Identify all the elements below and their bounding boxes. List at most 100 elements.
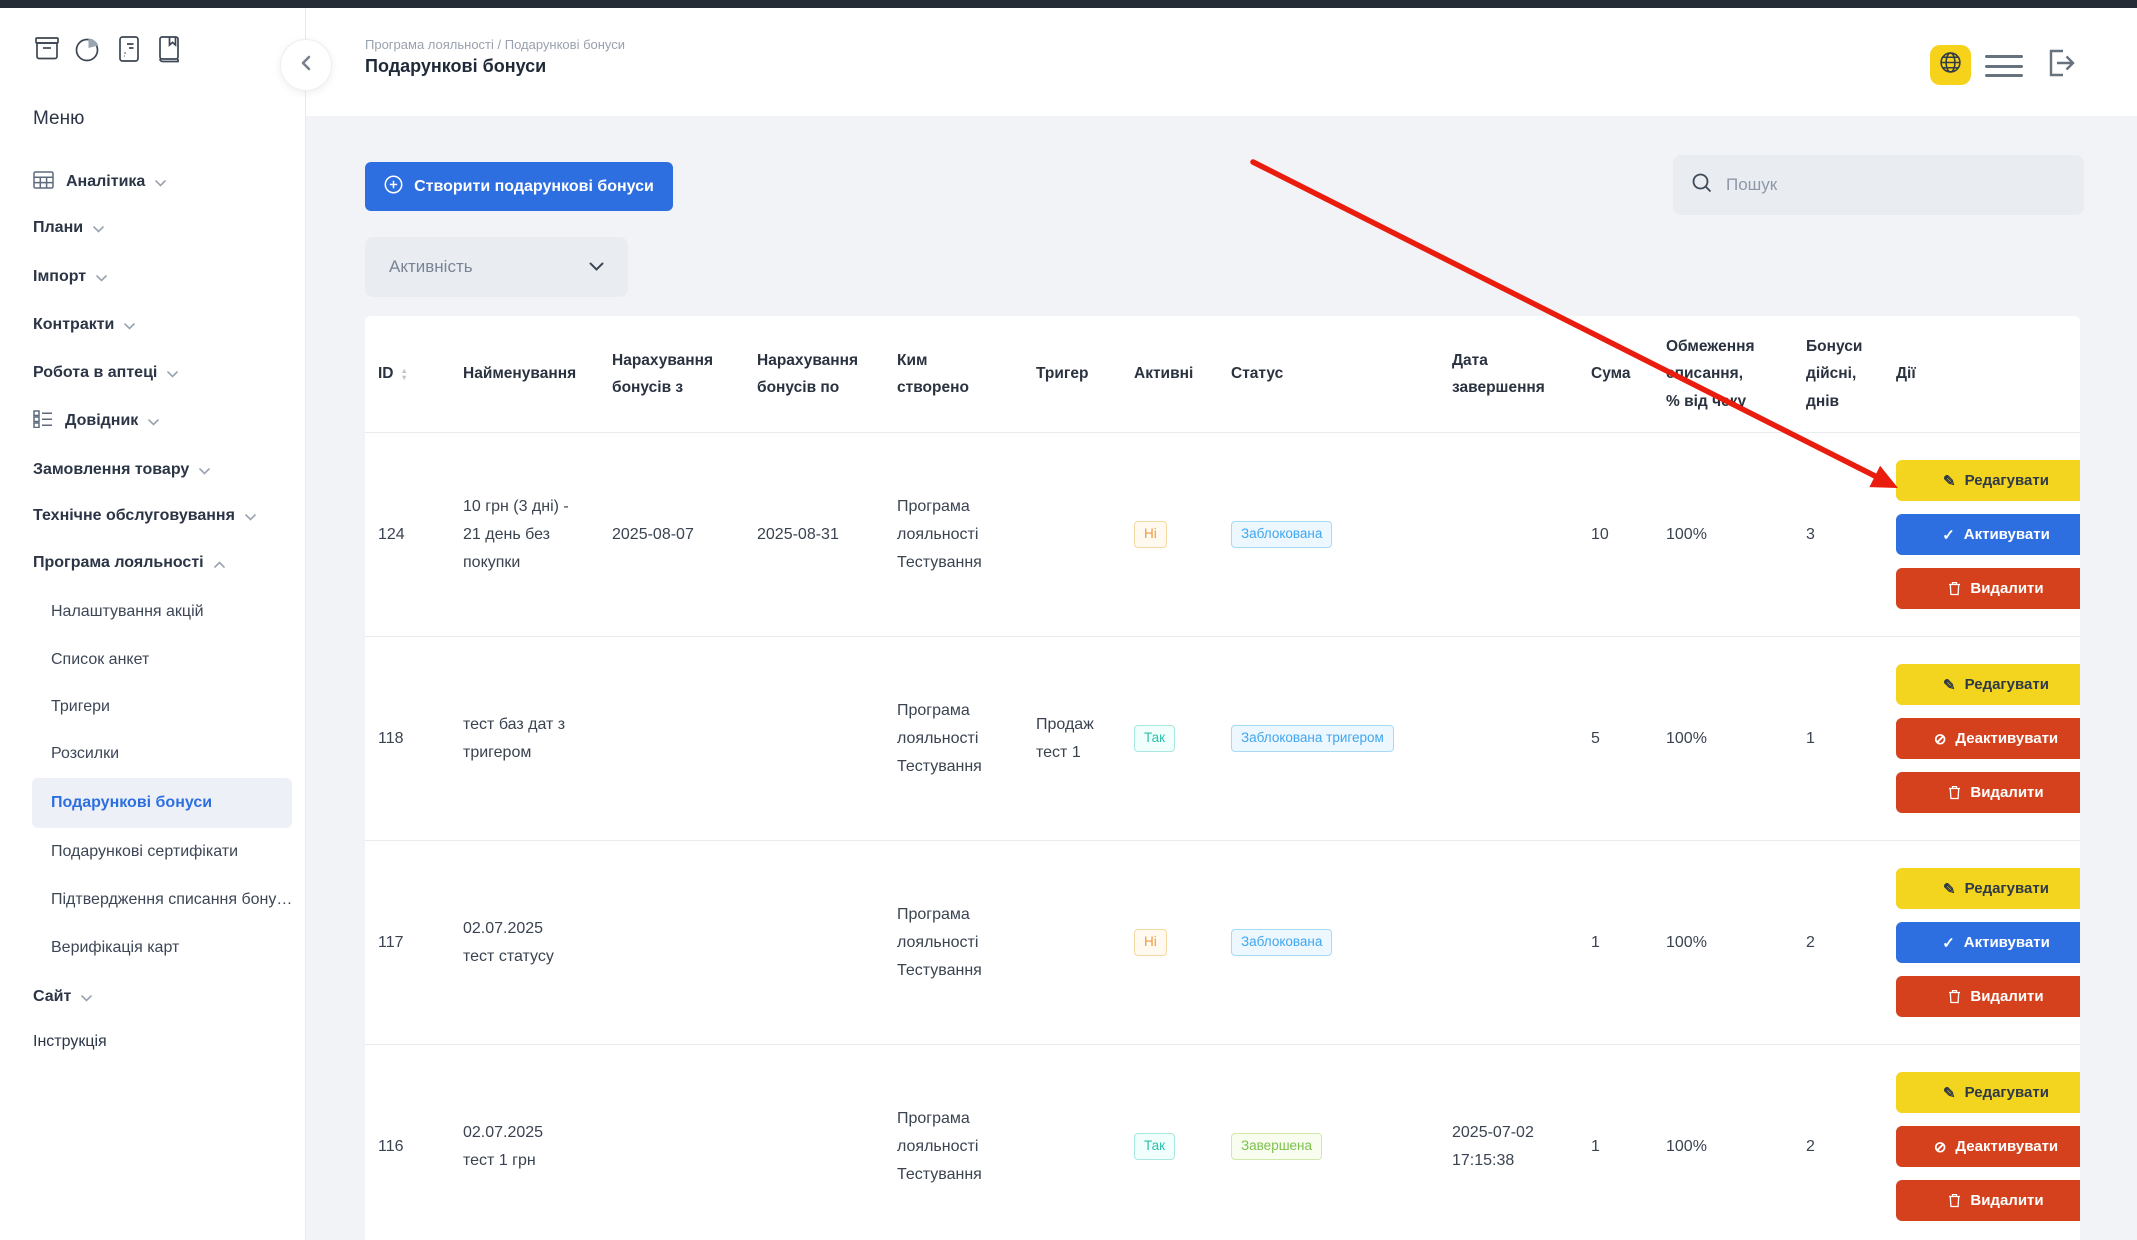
sidebar-item-forms-list[interactable]: Список анкет <box>51 648 149 672</box>
table-header-row: ID ▲▼ Найменування Нарахування бонусів з… <box>365 316 2080 433</box>
column-header-name: Найменування <box>463 316 612 432</box>
column-header-created-by: Ким створено <box>897 316 1036 432</box>
sidebar-item-label: Довідник <box>65 412 138 430</box>
chevron-down-icon <box>148 419 159 426</box>
deactivate-button[interactable]: ⊘Деактивувати <box>1896 718 2080 759</box>
sidebar-item-promo-settings[interactable]: Налаштування акцій <box>51 600 204 624</box>
sidebar: Меню Аналітика Плани Імпорт Контракти Ро… <box>0 8 306 1240</box>
trash-icon <box>1948 1193 1961 1208</box>
block-icon: ⊘ <box>1934 730 1947 748</box>
column-header-accrual-to: Нарахування бонусів по <box>757 316 897 432</box>
activity-filter-select[interactable]: Активність <box>365 237 628 297</box>
status-badge: Завершена <box>1231 1133 1322 1160</box>
sort-icon[interactable]: ▲▼ <box>401 367 408 381</box>
sidebar-item-card-verification[interactable]: Верифікація карт <box>51 936 179 960</box>
trash-icon <box>1948 785 1961 800</box>
cell-sum: 10 <box>1591 433 1666 636</box>
chevron-down-icon <box>167 371 178 378</box>
column-header-status: Статус <box>1231 316 1452 432</box>
create-gift-bonuses-button[interactable]: Створити подарункові бонуси <box>365 162 673 211</box>
edit-button[interactable]: ✎Редагувати <box>1896 1072 2080 1113</box>
edit-button[interactable]: ✎Редагувати <box>1896 664 2080 705</box>
cell-actions: ✎Редагувати ✓Активувати Видалити <box>1896 433 2080 636</box>
sidebar-item-analytics[interactable]: Аналітика <box>33 170 166 194</box>
cashbox-icon[interactable] <box>33 33 61 65</box>
cell-end-date <box>1452 637 1591 840</box>
cell-id: 117 <box>378 841 463 1044</box>
deactivate-button[interactable]: ⊘Деактивувати <box>1896 1126 2080 1167</box>
sidebar-collapse-button[interactable] <box>280 39 332 91</box>
sidebar-item-import[interactable]: Імпорт <box>33 265 107 289</box>
delete-button[interactable]: Видалити <box>1896 1180 2080 1221</box>
cell-actions: ✎Редагувати ⊘Деактивувати Видалити <box>1896 637 2080 840</box>
sidebar-item-directory[interactable]: Довідник <box>33 409 159 433</box>
chevron-down-icon <box>96 275 107 282</box>
sidebar-item-label: Технічне обслуговування <box>33 507 235 525</box>
sidebar-item-plans[interactable]: Плани <box>33 216 104 240</box>
activate-button[interactable]: ✓Активувати <box>1896 922 2080 963</box>
sidebar-item-loyalty[interactable]: Програма лояльності <box>33 551 225 575</box>
cell-name: 02.07.2025 тест статусу <box>463 841 612 1044</box>
page-title: Подарункові бонуси <box>365 56 546 77</box>
delete-button[interactable]: Видалити <box>1896 568 2080 609</box>
cell-trigger <box>1036 433 1134 636</box>
sidebar-item-writeoff-confirm[interactable]: Підтвердження списання бону… <box>51 888 292 912</box>
status-badge: Заблокована <box>1231 521 1332 548</box>
table-row: 117 02.07.2025 тест статусу Програма лоя… <box>365 841 2080 1045</box>
search-input[interactable] <box>1724 174 2066 196</box>
sidebar-item-pharmacy-work[interactable]: Робота в аптеці <box>33 361 178 385</box>
cell-sum: 1 <box>1591 1045 1666 1240</box>
table-row: 124 10 грн (3 дні) - 21 день без покупки… <box>365 433 2080 637</box>
breadcrumb[interactable]: Програма лояльності / Подарункові бонуси <box>365 37 625 52</box>
sidebar-item-orders[interactable]: Замовлення товару <box>33 458 210 482</box>
logout-button[interactable] <box>2043 46 2077 80</box>
check-icon: ✓ <box>1942 934 1955 952</box>
activity-filter-label: Активність <box>389 257 473 277</box>
cell-writeoff-limit: 100% <box>1666 841 1806 1044</box>
delete-button[interactable]: Видалити <box>1896 976 2080 1017</box>
sidebar-item-site[interactable]: Сайт <box>33 985 92 1009</box>
sidebar-item-instruction[interactable]: Інструкція <box>33 1030 107 1054</box>
sidebar-item-gift-bonuses-active[interactable]: Подарункові бонуси <box>32 778 292 828</box>
column-header-writeoff-limit: Обмеження списання, % від чеку <box>1666 316 1806 432</box>
plus-circle-icon <box>384 175 403 199</box>
sidebar-item-label: Програма лояльності <box>33 554 204 572</box>
book-icon[interactable] <box>155 33 183 65</box>
column-header-trigger: Тригер <box>1036 316 1134 432</box>
edit-button[interactable]: ✎Редагувати <box>1896 868 2080 909</box>
cell-active: Ні <box>1134 841 1231 1044</box>
hamburger-icon <box>1985 55 2023 58</box>
active-badge: Ні <box>1134 929 1167 956</box>
cell-bonus-days: 2 <box>1806 1045 1896 1240</box>
trash-icon <box>1948 581 1961 596</box>
cell-created-by: Програма лояльності Тестування <box>897 433 1036 636</box>
sidebar-item-gift-certificates[interactable]: Подарункові сертифікати <box>51 840 238 864</box>
cell-active: Так <box>1134 637 1231 840</box>
chevron-down-icon <box>245 514 256 521</box>
column-header-actions: Дії <box>1896 316 2080 432</box>
sidebar-item-mailings[interactable]: Розсилки <box>51 742 119 766</box>
sidebar-item-maintenance[interactable]: Технічне обслуговування <box>33 504 256 528</box>
grid-icon <box>33 171 54 194</box>
cell-active: Ні <box>1134 433 1231 636</box>
app-window: Меню Аналітика Плани Імпорт Контракти Ро… <box>0 0 2137 1240</box>
document-icon[interactable] <box>115 33 143 65</box>
language-button[interactable] <box>1930 45 1971 85</box>
edit-button[interactable]: ✎Редагувати <box>1896 460 2080 501</box>
delete-button[interactable]: Видалити <box>1896 772 2080 813</box>
gift-bonuses-table: ID ▲▼ Найменування Нарахування бонусів з… <box>365 316 2080 1240</box>
logout-icon <box>2043 46 2077 80</box>
activate-button[interactable]: ✓Активувати <box>1896 514 2080 555</box>
sidebar-item-contracts[interactable]: Контракти <box>33 313 135 337</box>
sidebar-item-label: Контракти <box>33 316 114 334</box>
cell-trigger: Продаж тест 1 <box>1036 637 1134 840</box>
cell-status: Заблокована <box>1231 841 1452 1044</box>
menu-toggle-button[interactable] <box>1985 55 2023 77</box>
list-icon <box>33 410 53 433</box>
cell-trigger <box>1036 841 1134 1044</box>
cell-writeoff-limit: 100% <box>1666 1045 1806 1240</box>
globe-icon <box>1939 51 1962 79</box>
pie-chart-icon[interactable] <box>73 33 103 65</box>
cell-created-by: Програма лояльності Тестування <box>897 841 1036 1044</box>
sidebar-item-triggers[interactable]: Тригери <box>51 695 110 719</box>
